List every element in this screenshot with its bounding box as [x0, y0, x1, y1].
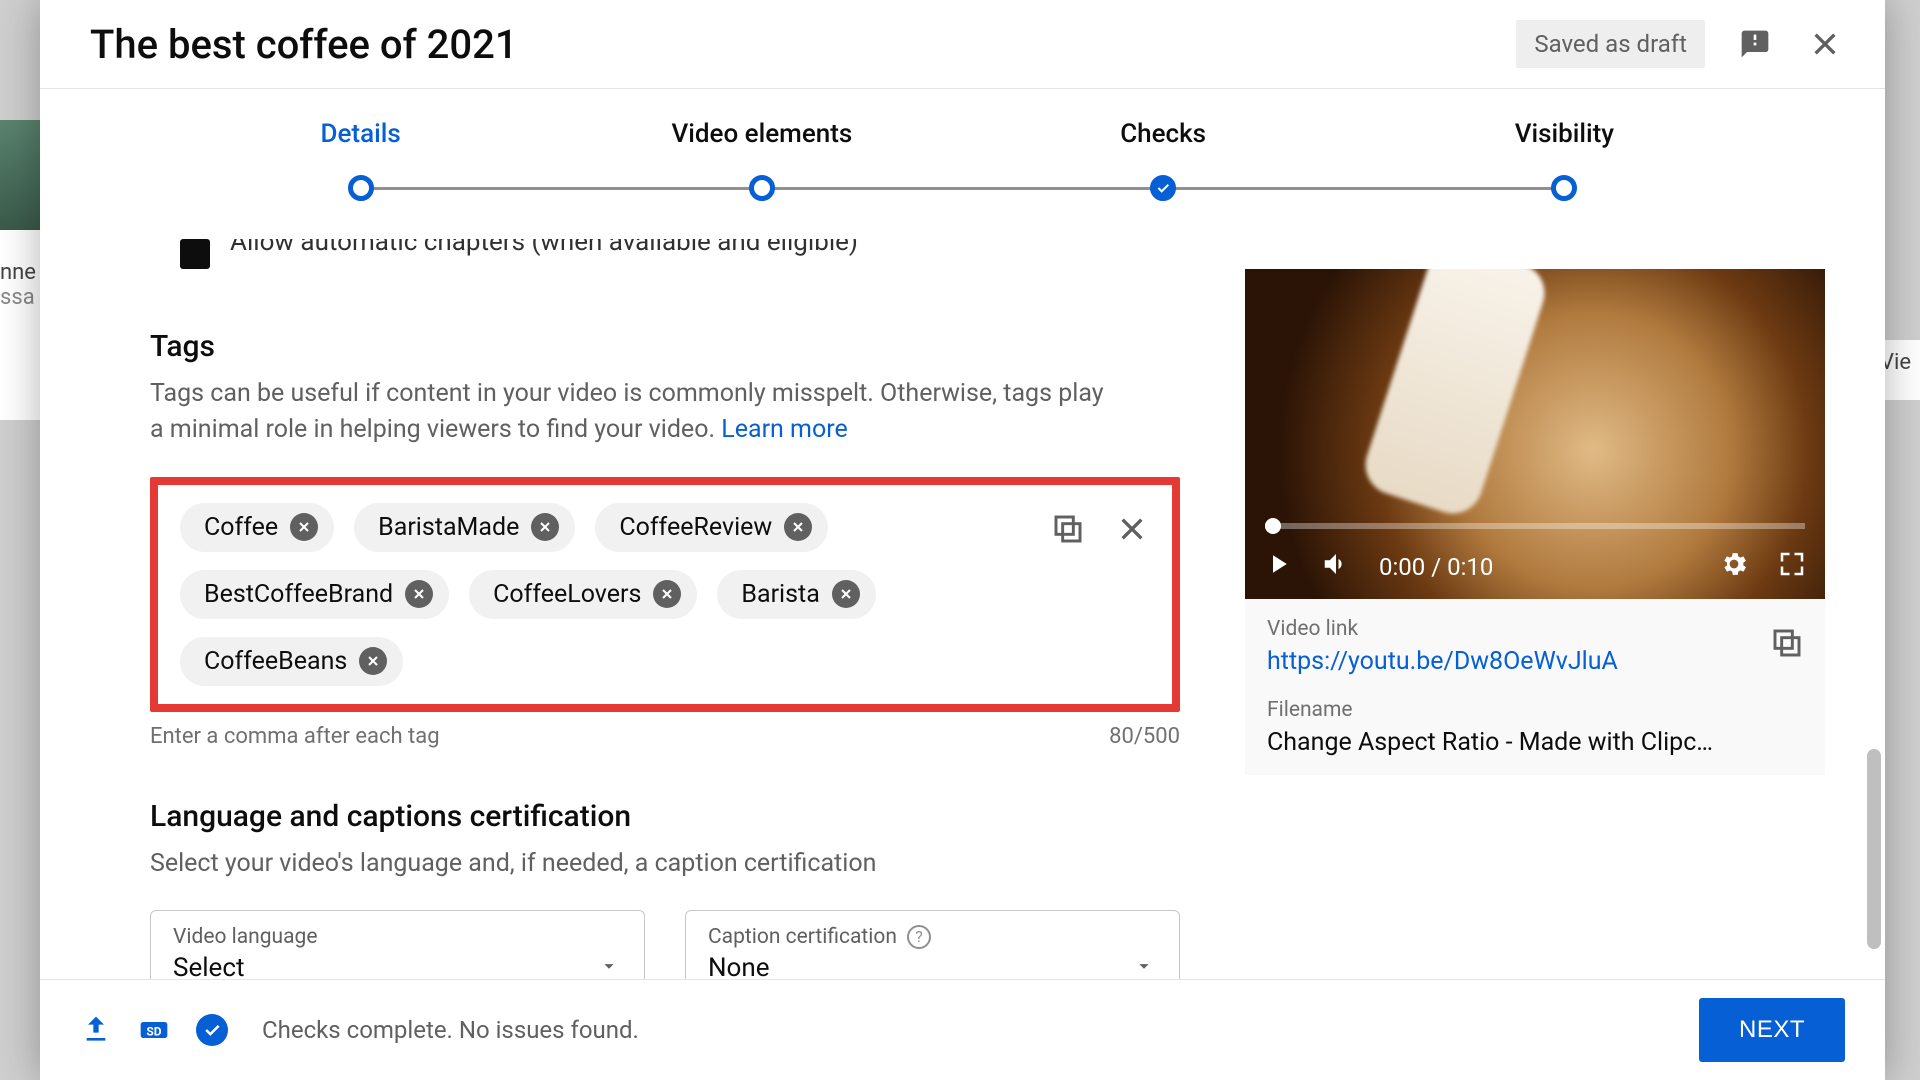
- video-progress-bar[interactable]: [1265, 523, 1805, 529]
- tag-chip: CoffeeLovers: [469, 570, 697, 619]
- checkbox-icon[interactable]: [180, 239, 210, 269]
- chevron-down-icon: [598, 955, 620, 979]
- background-right-peek: Vie: [1880, 340, 1920, 400]
- dialog-body: Allow automatic chapters (when available…: [40, 209, 1885, 979]
- copy-tags-icon[interactable]: [1050, 511, 1086, 547]
- tags-input[interactable]: Coffee BaristaMade CoffeeReview BestCoffeeB…: [180, 503, 1150, 686]
- stepper: Details Video elements Checks Visibility: [40, 89, 1885, 209]
- tags-counter: 80/500: [1109, 724, 1180, 749]
- next-button[interactable]: NEXT: [1699, 998, 1845, 1062]
- filename-value: Change Aspect Ratio - Made with Clipc…: [1267, 728, 1803, 757]
- tag-label: CoffeeReview: [619, 513, 772, 542]
- filename-label: Filename: [1267, 698, 1803, 722]
- dialog-header: The best coffee of 2021 Saved as draft: [40, 0, 1885, 89]
- remove-tag-icon[interactable]: [784, 513, 812, 541]
- remove-tag-icon[interactable]: [405, 580, 433, 608]
- play-icon[interactable]: [1263, 549, 1293, 585]
- video-language-dropdown[interactable]: Video language Select: [150, 910, 645, 979]
- remove-tag-icon[interactable]: [653, 580, 681, 608]
- dialog-footer: SD Checks complete. No issues found. NEX…: [40, 979, 1885, 1080]
- caption-certification-dropdown[interactable]: Caption certification ? None: [685, 910, 1180, 979]
- chevron-down-icon: [1133, 955, 1155, 979]
- tag-chip: CoffeeBeans: [180, 637, 403, 686]
- help-icon[interactable]: ?: [907, 925, 931, 949]
- tag-chip: Barista: [717, 570, 875, 619]
- video-link-label: Video link: [1267, 617, 1803, 641]
- tags-heading: Tags: [150, 329, 1205, 364]
- video-title: The best coffee of 2021: [90, 21, 518, 68]
- step-details[interactable]: Details: [160, 119, 561, 209]
- tag-label: Barista: [741, 580, 819, 609]
- checks-complete-icon: [196, 1014, 228, 1046]
- scrollbar-thumb[interactable]: [1867, 749, 1881, 949]
- remove-tag-icon[interactable]: [531, 513, 559, 541]
- auto-chapters-label: Allow automatic chapters (when available…: [230, 239, 858, 257]
- tag-label: BaristaMade: [378, 513, 519, 542]
- video-time: 0:00 / 0:10: [1379, 553, 1493, 581]
- tags-input-highlight: Coffee BaristaMade CoffeeReview BestCoffeeB…: [150, 477, 1180, 712]
- fullscreen-icon[interactable]: [1777, 549, 1807, 585]
- sd-icon[interactable]: SD: [138, 1014, 170, 1046]
- step-checks[interactable]: Checks: [963, 119, 1364, 209]
- tag-label: BestCoffeeBrand: [204, 580, 393, 609]
- auto-chapters-row[interactable]: Allow automatic chapters (when available…: [180, 239, 1205, 269]
- video-preview[interactable]: 0:00 / 0:10: [1245, 269, 1825, 599]
- tag-label: Coffee: [204, 513, 278, 542]
- tag-label: CoffeeLovers: [493, 580, 641, 609]
- video-link[interactable]: https://youtu.be/Dw8OeWvJluA: [1267, 647, 1803, 676]
- tag-label: CoffeeBeans: [204, 647, 347, 676]
- settings-icon[interactable]: [1719, 549, 1749, 585]
- save-status-chip: Saved as draft: [1516, 20, 1705, 68]
- status-text: Checks complete. No issues found.: [262, 1016, 639, 1044]
- tag-chip: CoffeeReview: [595, 503, 828, 552]
- copy-link-icon[interactable]: [1771, 627, 1803, 663]
- step-visibility[interactable]: Visibility: [1364, 119, 1765, 209]
- tag-chip: Coffee: [180, 503, 334, 552]
- remove-tag-icon[interactable]: [832, 580, 860, 608]
- remove-tag-icon[interactable]: [359, 647, 387, 675]
- step-video-elements[interactable]: Video elements: [561, 119, 962, 209]
- volume-icon[interactable]: [1321, 549, 1351, 585]
- upload-dialog: The best coffee of 2021 Saved as draft D…: [40, 0, 1885, 1080]
- tags-helper-text: Enter a comma after each tag: [150, 724, 440, 749]
- clear-tags-icon[interactable]: [1114, 511, 1150, 547]
- tag-chip: BaristaMade: [354, 503, 575, 552]
- feedback-icon[interactable]: [1735, 24, 1775, 64]
- close-icon[interactable]: [1805, 24, 1845, 64]
- language-description: Select your video's language and, if nee…: [150, 846, 1110, 882]
- svg-text:SD: SD: [146, 1024, 161, 1038]
- upload-icon[interactable]: [80, 1014, 112, 1046]
- tag-chip: BestCoffeeBrand: [180, 570, 449, 619]
- language-heading: Language and captions certification: [150, 799, 1205, 834]
- remove-tag-icon[interactable]: [290, 513, 318, 541]
- tags-description: Tags can be useful if content in your vi…: [150, 376, 1110, 449]
- tags-learn-more-link[interactable]: Learn more: [721, 415, 847, 444]
